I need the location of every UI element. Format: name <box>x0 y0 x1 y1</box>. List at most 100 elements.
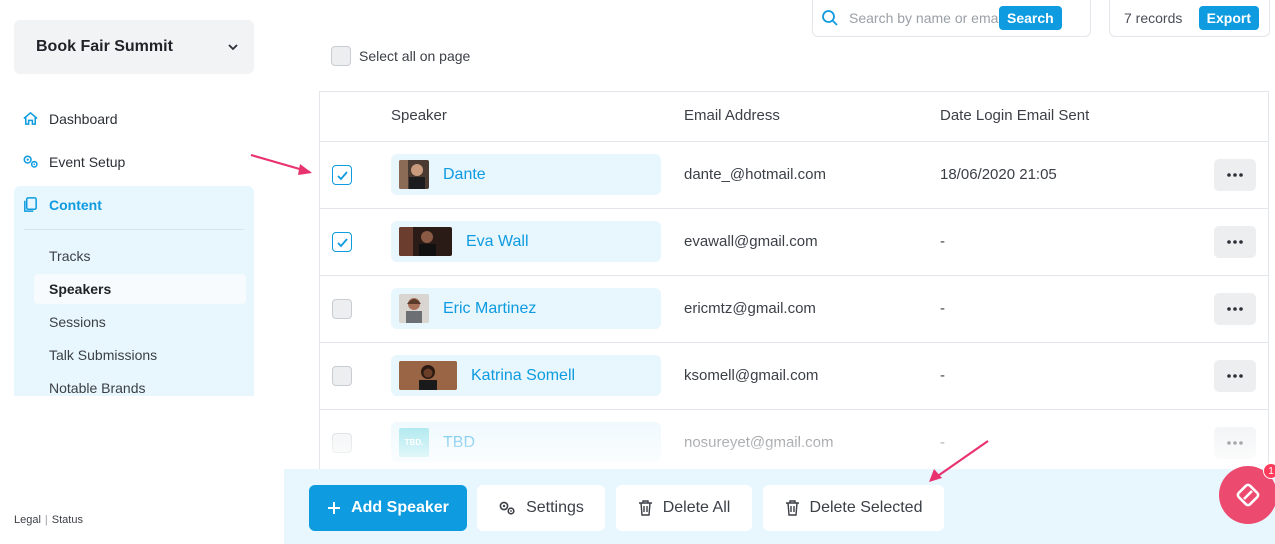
nav-content[interactable]: Content <box>22 196 102 213</box>
row-checkbox[interactable] <box>332 299 352 319</box>
email-cell: nosureyet@gmail.com <box>684 434 834 451</box>
home-icon <box>23 111 38 125</box>
delete-all-label: Delete All <box>662 499 731 516</box>
date-cell: 18/06/2020 21:05 <box>940 166 1057 183</box>
legal-link[interactable]: Legal <box>14 514 41 526</box>
speakers-table: Speaker Email Address Date Login Email S… <box>319 91 1269 471</box>
avatar <box>399 294 429 323</box>
column-date: Date Login Email Sent <box>940 107 1090 124</box>
speaker-name: Katrina Somell <box>471 366 576 384</box>
avatar <box>399 361 457 390</box>
email-cell: evawall@gmail.com <box>684 233 818 250</box>
sidebar-item-notable-brands[interactable]: Notable Brands <box>34 373 246 403</box>
records-count: 7 records <box>1124 10 1183 26</box>
footer-links: Legal | Status <box>14 514 83 526</box>
sidebar-item-talk-submissions[interactable]: Talk Submissions <box>34 340 246 370</box>
check-icon <box>336 170 348 180</box>
speaker-chip[interactable]: Katrina Somell <box>391 355 661 396</box>
date-cell: - <box>940 233 945 250</box>
search-button[interactable]: Search <box>999 6 1062 30</box>
gears-icon <box>499 501 515 515</box>
email-cell: dante_@hotmail.com <box>684 166 826 183</box>
select-all[interactable]: Select all on page <box>331 46 470 66</box>
chat-widget-icon <box>1236 483 1260 507</box>
speaker-name: Dante <box>443 165 486 183</box>
event-name: Book Fair Summit <box>36 38 173 55</box>
avatar <box>399 227 452 256</box>
status-link[interactable]: Status <box>52 514 83 526</box>
more-options-button[interactable] <box>1214 226 1256 258</box>
row-checkbox[interactable] <box>332 232 352 252</box>
row-checkbox[interactable] <box>332 366 352 386</box>
select-all-label: Select all on page <box>359 48 471 64</box>
column-email: Email Address <box>684 107 780 124</box>
table-row: Dante dante_@hotmail.com 18/06/2020 21:0… <box>320 142 1268 209</box>
more-options-button[interactable] <box>1214 427 1256 459</box>
export-button[interactable]: Export <box>1198 6 1259 30</box>
date-cell: - <box>940 434 945 451</box>
delete-all-button[interactable]: Delete All <box>616 485 752 531</box>
speaker-name: TBD <box>443 433 475 451</box>
nav-event-setup-label: Event Setup <box>49 153 126 170</box>
more-options-button[interactable] <box>1214 159 1256 191</box>
chevron-down-icon <box>228 44 238 51</box>
ellipsis-icon <box>1227 240 1243 244</box>
trash-icon <box>638 500 652 516</box>
row-checkbox[interactable] <box>332 165 352 185</box>
table-header: Speaker Email Address Date Login Email S… <box>320 92 1268 142</box>
notification-badge: 1 <box>1263 463 1275 479</box>
speaker-chip[interactable]: Dante <box>391 154 661 195</box>
sidebar-item-sessions[interactable]: Sessions <box>34 307 246 337</box>
row-checkbox[interactable] <box>332 433 352 453</box>
event-selector[interactable]: Book Fair Summit <box>14 20 254 74</box>
gears-icon <box>23 155 38 168</box>
speaker-name: Eric Martinez <box>443 299 537 317</box>
avatar <box>399 160 429 189</box>
date-cell: - <box>940 300 945 317</box>
more-options-button[interactable] <box>1214 293 1256 325</box>
table-row: TBD. TBD nosureyet@gmail.com - <box>320 410 1268 471</box>
speaker-name: Eva Wall <box>466 232 529 250</box>
settings-button[interactable]: Settings <box>477 485 605 531</box>
delete-selected-button[interactable]: Delete Selected <box>763 485 944 531</box>
add-speaker-label: Add Speaker <box>351 499 449 516</box>
sidebar: Book Fair Summit Dashboard Event Setup C… <box>0 0 284 544</box>
column-speaker: Speaker <box>391 107 447 124</box>
nav-dashboard-label: Dashboard <box>49 110 118 127</box>
action-bar: Add Speaker Settings Delete All Delete S… <box>284 469 1275 544</box>
nav-dashboard[interactable]: Dashboard <box>22 110 118 127</box>
plus-icon <box>328 502 341 514</box>
speaker-chip[interactable]: Eric Martinez <box>391 288 661 329</box>
sidebar-item-speakers[interactable]: Speakers <box>34 274 246 304</box>
divider <box>24 229 244 230</box>
copy-icon <box>24 197 37 212</box>
table-row: Eva Wall evawall@gmail.com - <box>320 209 1268 276</box>
nav-event-setup[interactable]: Event Setup <box>22 153 125 170</box>
delete-selected-label: Delete Selected <box>809 499 923 516</box>
table-row: Katrina Somell ksomell@gmail.com - <box>320 343 1268 410</box>
search-input[interactable] <box>849 10 999 26</box>
speaker-chip[interactable]: Eva Wall <box>391 221 661 262</box>
records-box: 7 records Export <box>1109 0 1270 37</box>
nav-content-label: Content <box>49 196 102 213</box>
ellipsis-icon <box>1227 173 1243 177</box>
content-panel: Content Tracks Speakers Sessions Talk Su… <box>14 186 254 396</box>
settings-label: Settings <box>526 499 584 516</box>
email-cell: ksomell@gmail.com <box>684 367 819 384</box>
sidebar-item-tracks[interactable]: Tracks <box>34 241 246 271</box>
add-speaker-button[interactable]: Add Speaker <box>309 485 467 531</box>
select-all-checkbox[interactable] <box>331 46 351 66</box>
email-cell: ericmtz@gmail.com <box>684 300 816 317</box>
avatar: TBD. <box>399 428 429 457</box>
ellipsis-icon <box>1227 307 1243 311</box>
check-icon <box>336 237 348 247</box>
ellipsis-icon <box>1227 441 1243 445</box>
date-cell: - <box>940 367 945 384</box>
speaker-chip[interactable]: TBD. TBD <box>391 422 661 463</box>
search-box: Search <box>812 0 1091 37</box>
table-row: Eric Martinez ericmtz@gmail.com - <box>320 276 1268 343</box>
more-options-button[interactable] <box>1214 360 1256 392</box>
trash-icon <box>785 500 799 516</box>
search-icon <box>822 10 838 26</box>
ellipsis-icon <box>1227 374 1243 378</box>
